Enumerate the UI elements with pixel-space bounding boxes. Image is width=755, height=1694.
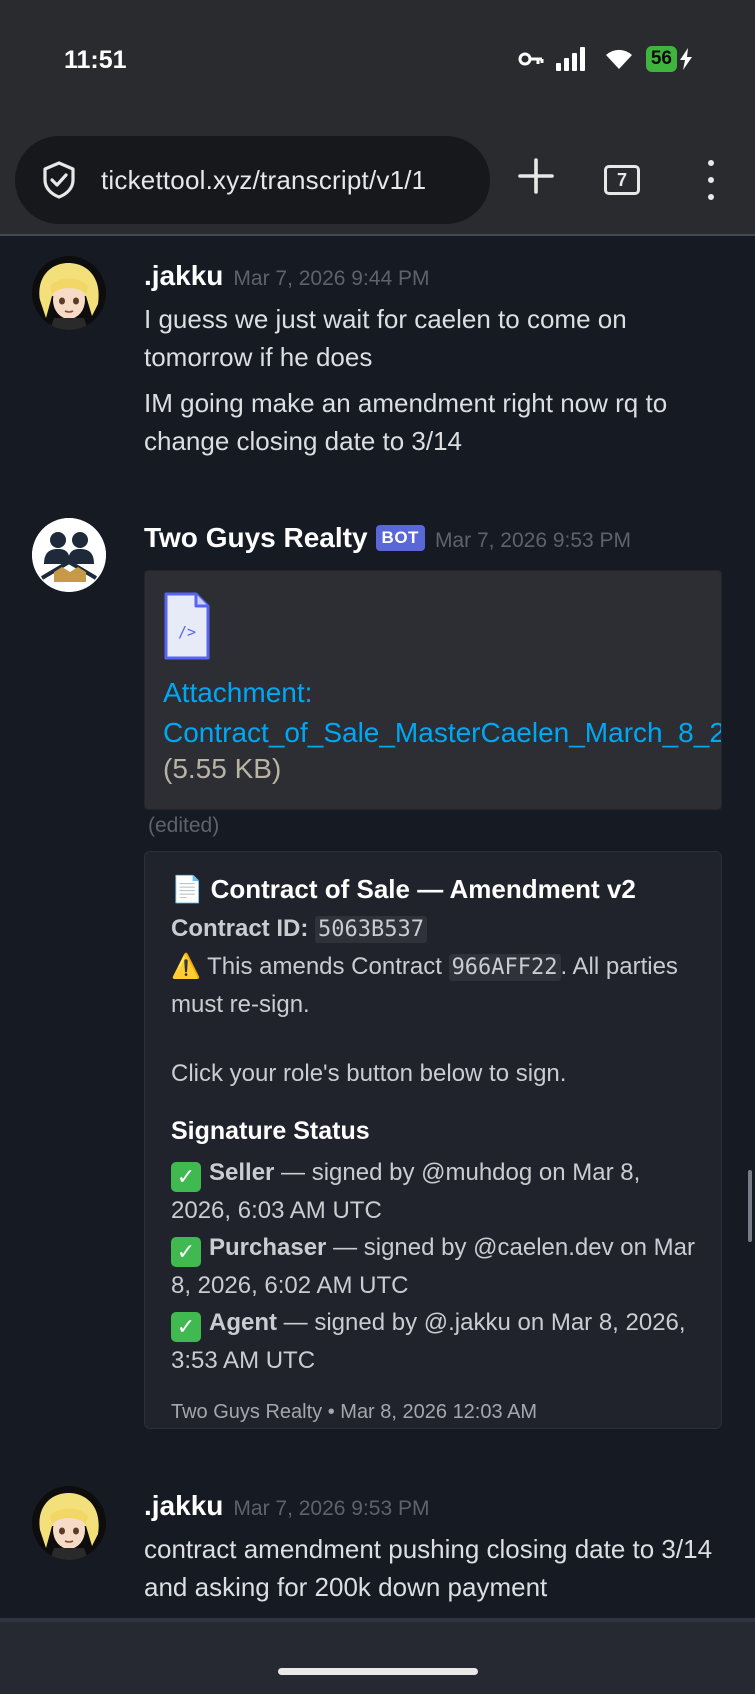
home-indicator[interactable] — [278, 1668, 478, 1675]
page-icon: 📄 — [171, 874, 204, 904]
contract-embed: 📄 Contract of Sale — Amendment v2 Contra… — [144, 851, 722, 1429]
message-author[interactable]: .jakku Mar 7, 2026 9:44 PM — [144, 260, 430, 292]
amended-contract-id: 966AFF22 — [448, 954, 561, 981]
signature-role: Seller — [209, 1159, 275, 1186]
realty-logo-icon — [32, 518, 106, 592]
wifi-icon — [605, 49, 632, 69]
author-name[interactable]: .jakku — [144, 260, 223, 291]
battery-level: 56 — [645, 46, 677, 72]
browser-toolbar: tickettool.xyz/transcript/v1/1 7 — [0, 120, 755, 236]
message-timestamp: Mar 7, 2026 9:44 PM — [233, 267, 430, 290]
scrollbar-thumb[interactable] — [748, 1170, 752, 1242]
signature-row: ✓ Purchaser — signed by @caelen.dev on Ma… — [171, 1229, 701, 1304]
signature-role: Agent — [209, 1309, 277, 1336]
contract-id-label: Contract ID: — [171, 915, 309, 942]
message-timestamp: Mar 7, 2026 9:53 PM — [434, 529, 632, 552]
signature-status-heading: Signature Status — [171, 1117, 370, 1145]
attachment-filename[interactable]: Contract_of_Sale_MasterCaelen_March_8_2 — [163, 713, 721, 753]
new-tab-plus-icon[interactable] — [514, 154, 558, 198]
bot-badge: BOT — [375, 525, 425, 551]
status-bar: 11:51 56 — [0, 0, 755, 120]
attachment-label[interactable]: Attachment: — [163, 673, 721, 713]
embed-title: 📄 Contract of Sale — Amendment v2 — [171, 870, 701, 908]
attachment-link[interactable]: Attachment: Contract_of_Sale_MasterCaele… — [163, 673, 721, 753]
shield-check-icon[interactable] — [39, 160, 79, 200]
avatar — [32, 518, 106, 592]
svg-text:/>: /> — [178, 623, 196, 641]
message-author[interactable]: .jakku Mar 7, 2026 9:53 PM — [144, 1490, 430, 1522]
message-timestamp: Mar 7, 2026 9:53 PM — [233, 1497, 430, 1520]
author-name[interactable]: .jakku — [144, 1490, 223, 1521]
embed-title-text: Contract of Sale — Amendment v2 — [210, 874, 636, 904]
amend-warning: ⚠️ This amends Contract 966AFF22. All pa… — [171, 948, 701, 1023]
contract-id-line: Contract ID: 5063B537 — [171, 910, 701, 948]
edited-label: (edited) — [148, 814, 220, 837]
address-bar[interactable]: tickettool.xyz/transcript/v1/1 — [15, 136, 490, 224]
url-text[interactable]: tickettool.xyz/transcript/v1/1 — [101, 165, 426, 196]
tab-switcher-button[interactable]: 7 — [604, 165, 640, 195]
anime-avatar-icon — [32, 1486, 106, 1560]
battery-indicator: 56 — [645, 46, 693, 72]
system-nav-bar — [0, 1622, 755, 1694]
avatar — [32, 256, 106, 330]
attachment-card: /> Attachment: Contract_of_Sale_MasterCa… — [144, 570, 722, 810]
signature-row: ✓ Seller — signed by @muhdog on Mar 8, 20… — [171, 1154, 701, 1229]
message-text: I guess we just wait for caelen to come … — [144, 304, 627, 372]
check-icon: ✓ — [171, 1312, 201, 1342]
warning-prefix: This amends Contract — [207, 953, 442, 980]
attachment-size: (5.55 KB) — [163, 753, 282, 784]
check-icon: ✓ — [171, 1237, 201, 1267]
author-name[interactable]: Two Guys Realty — [144, 522, 368, 553]
key-icon — [518, 52, 544, 66]
message-text: IM going make an amendment right now rq … — [144, 388, 668, 456]
anime-avatar-icon — [32, 256, 106, 330]
signature-role: Purchaser — [209, 1234, 327, 1261]
signature-row: ✓ Agent — signed by @.jakku on Mar 8, 202… — [171, 1304, 701, 1379]
code-file-icon: /> — [164, 592, 210, 660]
embed-footer: Two Guys Realty • Mar 8, 2026 12:03 AM — [171, 1401, 538, 1423]
clock: 11:51 — [64, 46, 127, 74]
signal-icon — [555, 47, 585, 71]
status-icons: 56 — [518, 46, 693, 72]
message-author[interactable]: Two Guys Realty BOT Mar 7, 2026 9:53 PM — [144, 522, 631, 554]
warning-icon: ⚠️ — [171, 953, 201, 980]
contract-id-value: 5063B537 — [315, 916, 427, 943]
check-icon: ✓ — [171, 1162, 201, 1192]
message-text: contract amendment pushing closing date … — [144, 1534, 713, 1602]
more-menu-icon[interactable] — [696, 160, 726, 200]
sign-instruction: Click your role's button below to sign. — [171, 1060, 567, 1087]
charging-icon — [680, 48, 692, 70]
avatar — [32, 1486, 106, 1560]
